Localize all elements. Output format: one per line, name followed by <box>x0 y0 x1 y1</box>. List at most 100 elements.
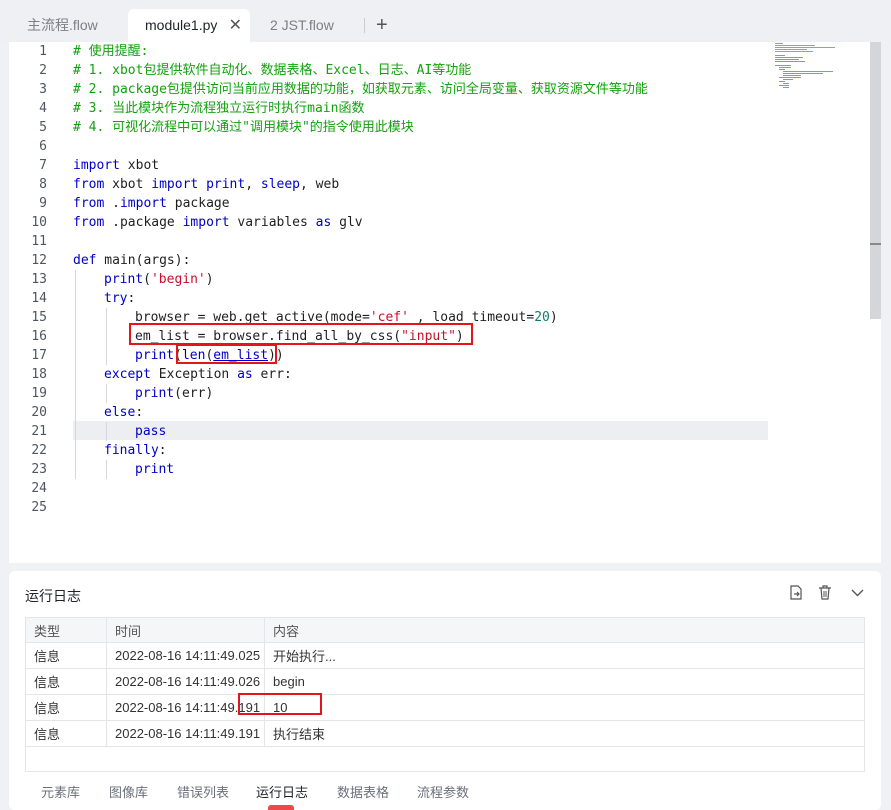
log-time: 2022-08-16 14:11:49.026 <box>106 668 265 695</box>
close-icon[interactable]: ✕ <box>229 9 242 42</box>
indent-guide <box>106 460 107 479</box>
keyword: print <box>135 386 175 401</box>
code-text: Exception <box>150 367 238 382</box>
tab-label: 主流程.flow <box>27 17 98 33</box>
tab-main-flow[interactable]: 主流程.flow <box>27 9 127 42</box>
tab-label: module1.py <box>145 17 218 33</box>
log-content: 执行结束 <box>264 720 865 747</box>
keyword: print <box>104 272 144 287</box>
code-text: xbot <box>119 158 160 173</box>
keyword: import <box>73 158 120 173</box>
line-number: 12 <box>31 253 47 268</box>
tab-image-library[interactable]: 图像库 <box>109 782 148 801</box>
minimap[interactable] <box>775 42 875 102</box>
tab-element-library[interactable]: 元素库 <box>41 782 80 801</box>
table-row[interactable]: 信息 2022-08-16 14:11:49.025 开始执行... <box>25 642 865 669</box>
editor-scrollbar[interactable] <box>870 42 881 319</box>
code-line-7: import xbot <box>73 156 159 175</box>
tab-flow-params[interactable]: 流程参数 <box>417 782 469 801</box>
log-type: 信息 <box>25 668 107 695</box>
keyword: import <box>151 177 199 192</box>
code-text: ) <box>205 272 214 287</box>
line-number: 10 <box>31 215 47 230</box>
string-literal: 'begin' <box>150 272 206 287</box>
keyword: def <box>73 253 97 268</box>
active-tab-indicator <box>268 805 294 810</box>
export-icon[interactable] <box>789 585 803 604</box>
line-number: 21 <box>31 424 47 439</box>
keyword: print <box>135 462 175 477</box>
empty-row <box>25 746 865 772</box>
run-log-panel: 运行日志 类型 时间 内容 信息 2022-08-16 14:11:49.025… <box>9 571 881 810</box>
editor-tab-bar: 主流程.flow module1.py ✕ 2 JST.flow + <box>0 0 891 42</box>
log-time: 2022-08-16 14:11:49.191 <box>106 720 265 747</box>
code-text: , <box>245 177 261 192</box>
indent-guide <box>106 308 107 365</box>
line-number: 5 <box>39 120 47 135</box>
line-number: 17 <box>31 348 47 363</box>
code-line-21: pass <box>135 422 166 441</box>
number-literal: 20 <box>534 310 550 325</box>
code-comment: # 4. 可视化流程中可以通过"调用模块"的指令使用此模块 <box>73 120 414 135</box>
code-comment: # 2. package包提供访问当前应用数据的功能，如获取元素、访问全局变量、… <box>73 82 648 97</box>
keyword: else <box>104 405 136 420</box>
indent-guide <box>75 270 76 479</box>
code-text: (err) <box>174 386 214 401</box>
code-line-23: print <box>135 460 174 479</box>
code-text: .package <box>104 215 183 230</box>
line-number: 1 <box>39 44 47 59</box>
code-comment: # 1. xbot包提供软件自动化、数据表格、Excel、日志、AI等功能 <box>73 63 472 78</box>
chevron-down-icon[interactable] <box>851 585 864 604</box>
keyword: print <box>135 348 175 363</box>
code-line-18: except Exception as err: <box>104 365 292 384</box>
code-line-12: def main(args): <box>73 251 190 270</box>
keyword: finally <box>104 443 159 458</box>
tab-run-log[interactable]: 运行日志 <box>256 782 308 801</box>
table-row[interactable]: 信息 2022-08-16 14:11:49.191 执行结束 <box>25 720 865 747</box>
tab-jst-flow[interactable]: 2 JST.flow <box>270 9 360 42</box>
code-text: glv <box>331 215 363 230</box>
indent-guide <box>106 422 107 441</box>
code-line-20: else: <box>104 403 143 422</box>
code-editor[interactable]: 1 2 3 4 5 6 7 8 9 10 11 12 13 14 15 16 1… <box>9 42 881 563</box>
line-number: 13 <box>31 272 47 287</box>
code-text: , web <box>300 177 340 192</box>
code-text: err: <box>252 367 292 382</box>
log-type: 信息 <box>25 642 107 669</box>
code-text: variables <box>229 215 316 230</box>
current-line-highlight <box>73 421 768 440</box>
scrollbar-marker <box>870 243 881 245</box>
log-content: begin <box>264 668 865 695</box>
line-number: 8 <box>39 177 47 192</box>
line-number: 9 <box>39 196 47 211</box>
code-line-14: try: <box>104 289 135 308</box>
tab-error-list[interactable]: 错误列表 <box>177 782 229 801</box>
tab-label: 2 JST.flow <box>270 17 334 33</box>
code-line-10: from .package import variables as glv <box>73 213 363 232</box>
line-number: 14 <box>31 291 47 306</box>
table-row[interactable]: 信息 2022-08-16 14:11:49.191 10 <box>25 694 865 721</box>
line-number: 6 <box>39 139 47 154</box>
log-content: 10 <box>264 694 865 721</box>
table-row[interactable]: 信息 2022-08-16 14:11:49.026 begin <box>25 668 865 695</box>
log-type: 信息 <box>25 720 107 747</box>
tab-data-table[interactable]: 数据表格 <box>337 782 389 801</box>
line-number: 2 <box>39 63 47 78</box>
keyword: from <box>73 215 105 230</box>
line-number: 22 <box>31 443 47 458</box>
code-line-19: print(err) <box>135 384 213 403</box>
keyword: as <box>237 367 253 382</box>
column-header: 类型 <box>25 617 107 643</box>
keyword: pass <box>135 424 167 439</box>
line-number: 7 <box>39 158 47 173</box>
code-text: xbot <box>104 177 152 192</box>
line-number: 16 <box>31 329 47 344</box>
line-number: 19 <box>31 386 47 401</box>
annotation-box <box>238 693 322 715</box>
trash-icon[interactable] <box>818 585 832 604</box>
keyword: try <box>104 291 128 306</box>
plus-icon[interactable]: + <box>376 12 388 38</box>
keyword: import <box>182 215 230 230</box>
code-text: : <box>135 405 144 420</box>
tab-module1[interactable]: module1.py ✕ <box>128 9 250 42</box>
